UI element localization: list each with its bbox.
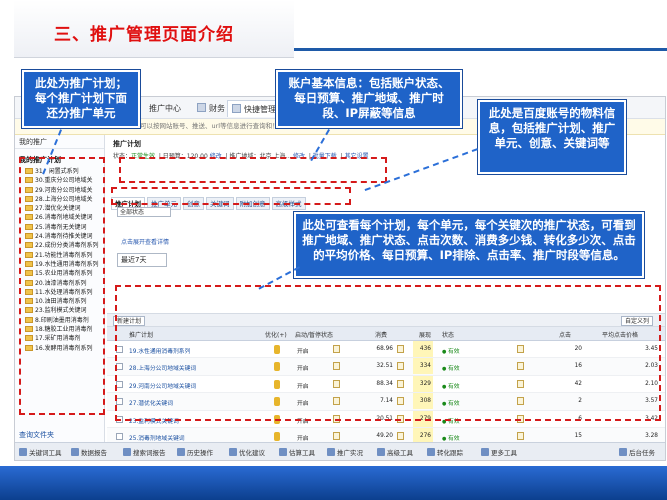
bottom-tool-label: 转化跟踪 [437, 449, 463, 457]
row-checkbox[interactable] [116, 432, 123, 440]
bottom-tool[interactable]: 更多工具 [481, 447, 517, 457]
optimize-icon[interactable] [274, 431, 280, 441]
tool-icon [427, 448, 435, 456]
bottom-tool-label: 优化建议 [239, 449, 265, 457]
cost-value: 49.20 [376, 432, 393, 439]
tool-icon [229, 448, 237, 456]
state-detail-icon[interactable] [517, 431, 524, 440]
tool-icon [177, 448, 185, 456]
run-status[interactable]: 开启 [297, 433, 309, 442]
tool-icon [327, 448, 335, 456]
callout-material: 此处是百度账号的物料信息，包括推广计划、推广单元、创意、关键词等 [478, 100, 626, 174]
folder-query-link[interactable]: 查询文件夹 [19, 430, 54, 440]
trend-expand-link[interactable]: 点击展开查看详情 [121, 237, 169, 246]
bottom-tool-label: 高级工具 [387, 449, 413, 457]
tool-icon [377, 448, 385, 456]
status-filter-select[interactable]: 全部状态 [117, 207, 171, 217]
tree-header: 我的推广 [15, 135, 104, 149]
bottom-tool[interactable]: 关键词工具 [19, 447, 62, 457]
bottom-tool[interactable]: 推广实况 [327, 447, 363, 457]
manage-icon [232, 104, 241, 113]
bottom-tool-label: 搜索词报告 [133, 449, 166, 457]
callout-plan: 此处为推广计划；每个推广计划下面还分推广单元 [22, 70, 140, 128]
bottom-tool-label: 历史操作 [187, 449, 213, 457]
bottom-tool-label: 估算工具 [289, 449, 315, 457]
bottom-tool-label: 更多工具 [491, 449, 517, 457]
tool-icon [481, 448, 489, 456]
callout-account: 账户基本信息：包括账户状态、每日预算、推广地域、推广时段、IP屏蔽等信息 [276, 70, 462, 128]
slide-footer-bar [0, 466, 667, 500]
bottom-toolbar: 关键词工具 数据报告 搜索词报告 历史操作 优化建议 估算工具 推广实况 高级工具 转化跟踪 更多… [15, 442, 665, 460]
bottom-tool[interactable]: 搜索词报告 [123, 447, 166, 457]
bottom-tool-label: 关键词工具 [29, 449, 62, 457]
bottom-tool-label: 数据报告 [81, 449, 107, 457]
bottom-tool[interactable]: 后台任务 [619, 447, 655, 457]
tab-quick-manage[interactable]: 快捷管理 [227, 100, 281, 117]
tool-icon [619, 448, 627, 456]
highlight-plan-tree [19, 157, 105, 415]
callout-plan-detail: 此处可查看每个计划，每个单元，每个关键次的推广状态，可看到推广地域、推广状态、点… [294, 212, 644, 278]
date-range-select[interactable]: 最近7天 [117, 253, 167, 267]
bottom-tool[interactable]: 数据报告 [71, 447, 107, 457]
clicks-value: 15 [574, 432, 582, 439]
title-underline [294, 48, 667, 51]
bottom-tool-label: 后台任务 [629, 449, 655, 457]
bottom-tool[interactable]: 估算工具 [279, 447, 315, 457]
tab-promo-center[interactable]: 推广中心 [145, 100, 185, 117]
detail-icon[interactable] [397, 431, 404, 440]
pause-icon[interactable] [333, 431, 340, 440]
slide-title: 三、推广管理页面介绍 [54, 25, 234, 45]
tab-finance[interactable]: 财务 [193, 100, 229, 117]
tool-icon [19, 448, 27, 456]
bottom-tool[interactable]: 转化跟踪 [427, 447, 463, 457]
highlight-plan-table [115, 285, 661, 421]
finance-icon [197, 103, 206, 112]
state-badge: 有效 [442, 433, 460, 442]
avg-price-value: 3.28 [645, 432, 658, 439]
slide-title-bar: 三、推广管理页面介绍 [14, 0, 294, 58]
bottom-tool[interactable]: 高级工具 [377, 447, 413, 457]
plan-name-link[interactable]: 25.消毒剂地域关键词 [129, 433, 185, 442]
bottom-tool[interactable]: 优化建议 [229, 447, 265, 457]
highlight-account-info [119, 157, 387, 183]
highlight-material-tabs [111, 187, 351, 205]
bottom-tool[interactable]: 历史操作 [177, 447, 213, 457]
tool-icon [123, 448, 131, 456]
tool-icon [71, 448, 79, 456]
tool-icon [279, 448, 287, 456]
bottom-tool-label: 推广实况 [337, 449, 363, 457]
